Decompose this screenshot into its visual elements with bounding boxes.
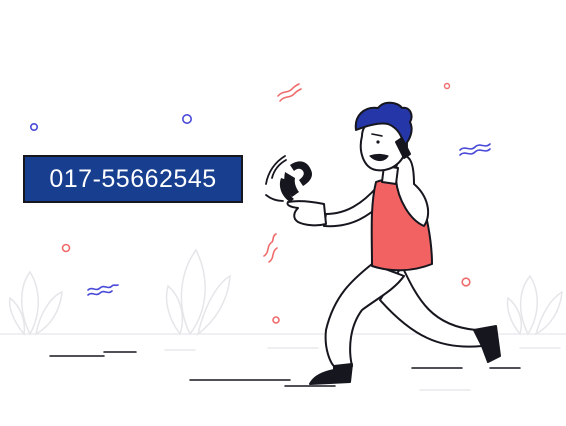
phone-number-text: 017-55662545 <box>49 164 217 193</box>
squiggle-red-2b <box>268 247 278 263</box>
illustration-stage: 017-55662545 <box>0 0 566 426</box>
phone-number-banner: 017-55662545 <box>23 155 243 203</box>
dot-red-2 <box>443 82 451 90</box>
plant-decoration-icon <box>165 248 231 336</box>
character <box>286 101 501 385</box>
ground-dashes <box>49 351 521 387</box>
squiggle-blue-2 <box>87 284 119 291</box>
dot-blue-2 <box>182 114 193 125</box>
dot-red-4 <box>272 316 280 324</box>
plant-decoration-icon <box>506 274 563 336</box>
phone-handset-icon <box>279 161 313 202</box>
dot-red-3 <box>461 277 471 287</box>
dot-red-1 <box>61 243 71 253</box>
dot-blue-1 <box>29 123 38 132</box>
squiggle-blue-1 <box>459 143 491 151</box>
squiggle-red-1 <box>277 83 300 97</box>
squiggle-blue-2b <box>87 290 113 296</box>
plant-decoration-icon <box>8 270 63 336</box>
illustration-art <box>0 82 566 391</box>
squiggle-blue-1b <box>459 148 491 156</box>
